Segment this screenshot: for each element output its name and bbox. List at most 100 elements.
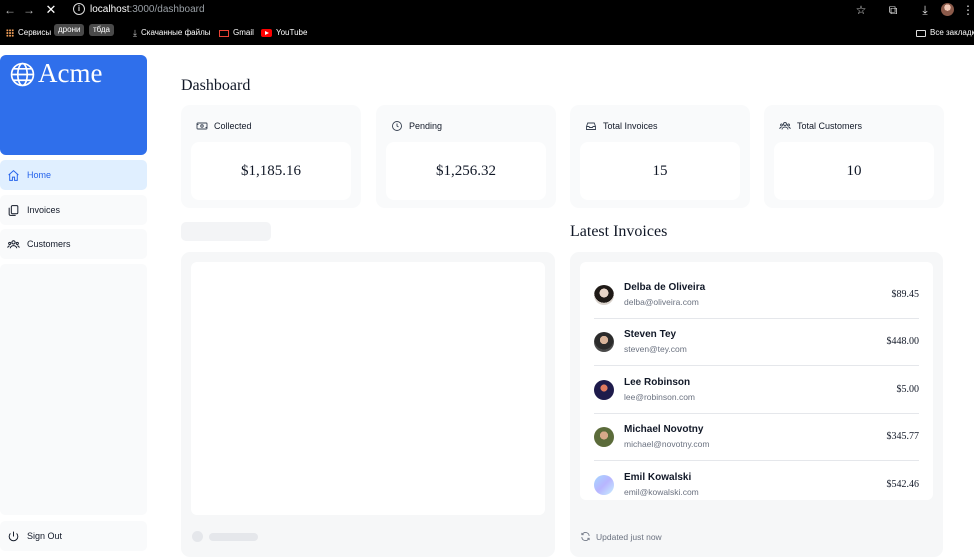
card-value: 15: [580, 142, 740, 200]
chart-placeholder: [191, 262, 545, 515]
invoice-row[interactable]: Michael Novotny michael@novotny.com $345…: [594, 414, 919, 461]
bookmark-label: дрони: [54, 24, 85, 36]
card-value: 10: [774, 142, 934, 200]
extensions-icon[interactable]: ⧉: [885, 2, 901, 18]
bookmark-gmail[interactable]: Gmail: [219, 24, 254, 42]
card-header: Pending: [391, 120, 442, 132]
apps-grid-icon: [6, 29, 14, 37]
skeleton-line: [209, 533, 258, 541]
youtube-icon: [261, 29, 272, 37]
sign-out-label: Sign Out: [27, 531, 63, 541]
bookmark-label: YouTube: [276, 28, 308, 37]
customer-name: Steven Tey: [624, 329, 677, 340]
browser-toolbar: ← → ✕ i localhost:3000/dashboard ☆ ⧉ ⤓ ⋮: [0, 0, 974, 21]
page-title: Dashboard: [181, 77, 251, 94]
stop-loading-icon[interactable]: ✕: [43, 2, 59, 18]
customer-name: Emil Kowalski: [624, 472, 692, 483]
browser-chrome: ← → ✕ i localhost:3000/dashboard ☆ ⧉ ⤓ ⋮…: [0, 0, 974, 45]
customer-email: lee@robinson.com: [624, 392, 695, 402]
customer-email: emil@kowalski.com: [624, 487, 699, 497]
customer-email: delba@oliveira.com: [624, 297, 699, 307]
card-title: Collected: [214, 121, 252, 131]
bookmark-label: Скачанные файлы: [140, 28, 211, 37]
avatar: [594, 475, 614, 495]
avatar: [594, 332, 614, 352]
customer-name: Michael Novotny: [624, 424, 704, 435]
bookmark-tbda[interactable]: тбда: [89, 24, 115, 36]
bookmark-downloads[interactable]: ⤓ Скачанные файлы: [133, 24, 211, 42]
logo-text: Acme: [38, 58, 103, 88]
url-path: :3000/dashboard: [129, 4, 205, 15]
latest-invoices-title: Latest Invoices: [570, 223, 668, 240]
invoice-amount: $448.00: [886, 336, 920, 347]
customer-name: Lee Robinson: [624, 377, 691, 388]
globe-icon: [10, 62, 35, 87]
updated-label: Updated just now: [596, 531, 662, 542]
latest-invoices-list: Delba de Oliveira delba@oliveira.com $89…: [580, 262, 933, 500]
gmail-icon: [219, 29, 229, 37]
updated-status: Updated just now: [580, 531, 662, 542]
bookmark-label: Сервисы: [18, 28, 52, 37]
menu-kebab-icon[interactable]: ⋮: [962, 2, 974, 18]
sidebar-item-invoices[interactable]: Invoices: [0, 195, 147, 225]
invoice-row[interactable]: Lee Robinson lee@robinson.com $5.00: [594, 367, 919, 414]
bookmark-services[interactable]: Сервисы: [6, 24, 51, 42]
avatar: [594, 427, 614, 447]
bookmark-label: Gmail: [233, 28, 254, 37]
forward-arrow-icon[interactable]: →: [21, 2, 37, 18]
site-info-icon[interactable]: i: [73, 3, 85, 15]
profile-avatar[interactable]: [941, 3, 954, 16]
invoice-amount: $345.77: [886, 431, 920, 442]
card-header: Total Customers: [779, 120, 862, 132]
sidebar-spacer: [0, 264, 147, 515]
invoice-amount: $542.46: [886, 479, 920, 490]
url-host: localhost: [90, 4, 130, 15]
bookmark-label: Все закладки: [930, 28, 974, 37]
sidebar-item-home[interactable]: Home: [0, 160, 147, 190]
all-bookmarks[interactable]: Все закладки: [916, 24, 974, 42]
sidebar-item-label: Invoices: [27, 205, 61, 215]
bookmark-droni[interactable]: дрони: [54, 24, 85, 36]
invoice-amount: $89.45: [891, 289, 920, 300]
card-total-invoices: Total Invoices 15: [570, 105, 750, 208]
sidebar-item-label: Home: [27, 170, 52, 180]
chart-title-skeleton: [181, 222, 271, 241]
sign-out-button[interactable]: Sign Out: [0, 521, 147, 551]
address-bar[interactable]: localhost:3000/dashboard: [90, 3, 205, 16]
card-title: Pending: [409, 121, 443, 131]
bookmark-youtube[interactable]: YouTube: [261, 24, 307, 42]
banknotes-icon: [196, 122, 208, 130]
bookmark-label: тбда: [89, 24, 115, 36]
home-icon: [8, 169, 19, 181]
customer-name: Delba de Oliveira: [624, 282, 706, 293]
document-duplicate-icon: [8, 204, 19, 216]
card-title: Total Customers: [797, 121, 863, 131]
back-arrow-icon[interactable]: ←: [2, 2, 18, 18]
card-total-customers: Total Customers 10: [764, 105, 944, 208]
invoice-row[interactable]: Steven Tey steven@tey.com $448.00: [594, 319, 919, 366]
card-header: Total Invoices: [585, 120, 658, 132]
latest-invoices-card: Delba de Oliveira delba@oliveira.com $89…: [570, 252, 943, 557]
card-value: $1,185.16: [191, 142, 351, 200]
revenue-chart-skeleton: [181, 252, 555, 557]
user-group-icon: [7, 239, 20, 248]
download-icon: ⤓: [133, 28, 137, 38]
skeleton-dot: [192, 531, 203, 542]
card-value: $1,256.32: [386, 142, 546, 200]
customer-email: steven@tey.com: [624, 344, 687, 354]
user-group-icon: [779, 122, 791, 130]
star-icon[interactable]: ☆: [853, 2, 869, 18]
invoice-row[interactable]: Emil Kowalski emil@kowalski.com $542.46: [594, 462, 919, 509]
card-collected: Collected $1,185.16: [181, 105, 361, 208]
power-icon: [8, 531, 19, 541]
card-pending: Pending $1,256.32: [376, 105, 556, 208]
download-icon[interactable]: ⤓: [917, 2, 933, 18]
sidebar-item-label: Customers: [27, 239, 71, 249]
folder-icon: [916, 29, 926, 37]
refresh-icon: [581, 532, 590, 541]
invoice-row[interactable]: Delba de Oliveira delba@oliveira.com $89…: [594, 272, 919, 319]
bookmarks-bar: Сервисы дрони тбда ⤓ Скачанные файлы Gma…: [0, 24, 974, 42]
sidebar-item-customers[interactable]: Customers: [0, 229, 147, 259]
invoice-amount: $5.00: [896, 384, 920, 395]
avatar: [594, 285, 614, 305]
